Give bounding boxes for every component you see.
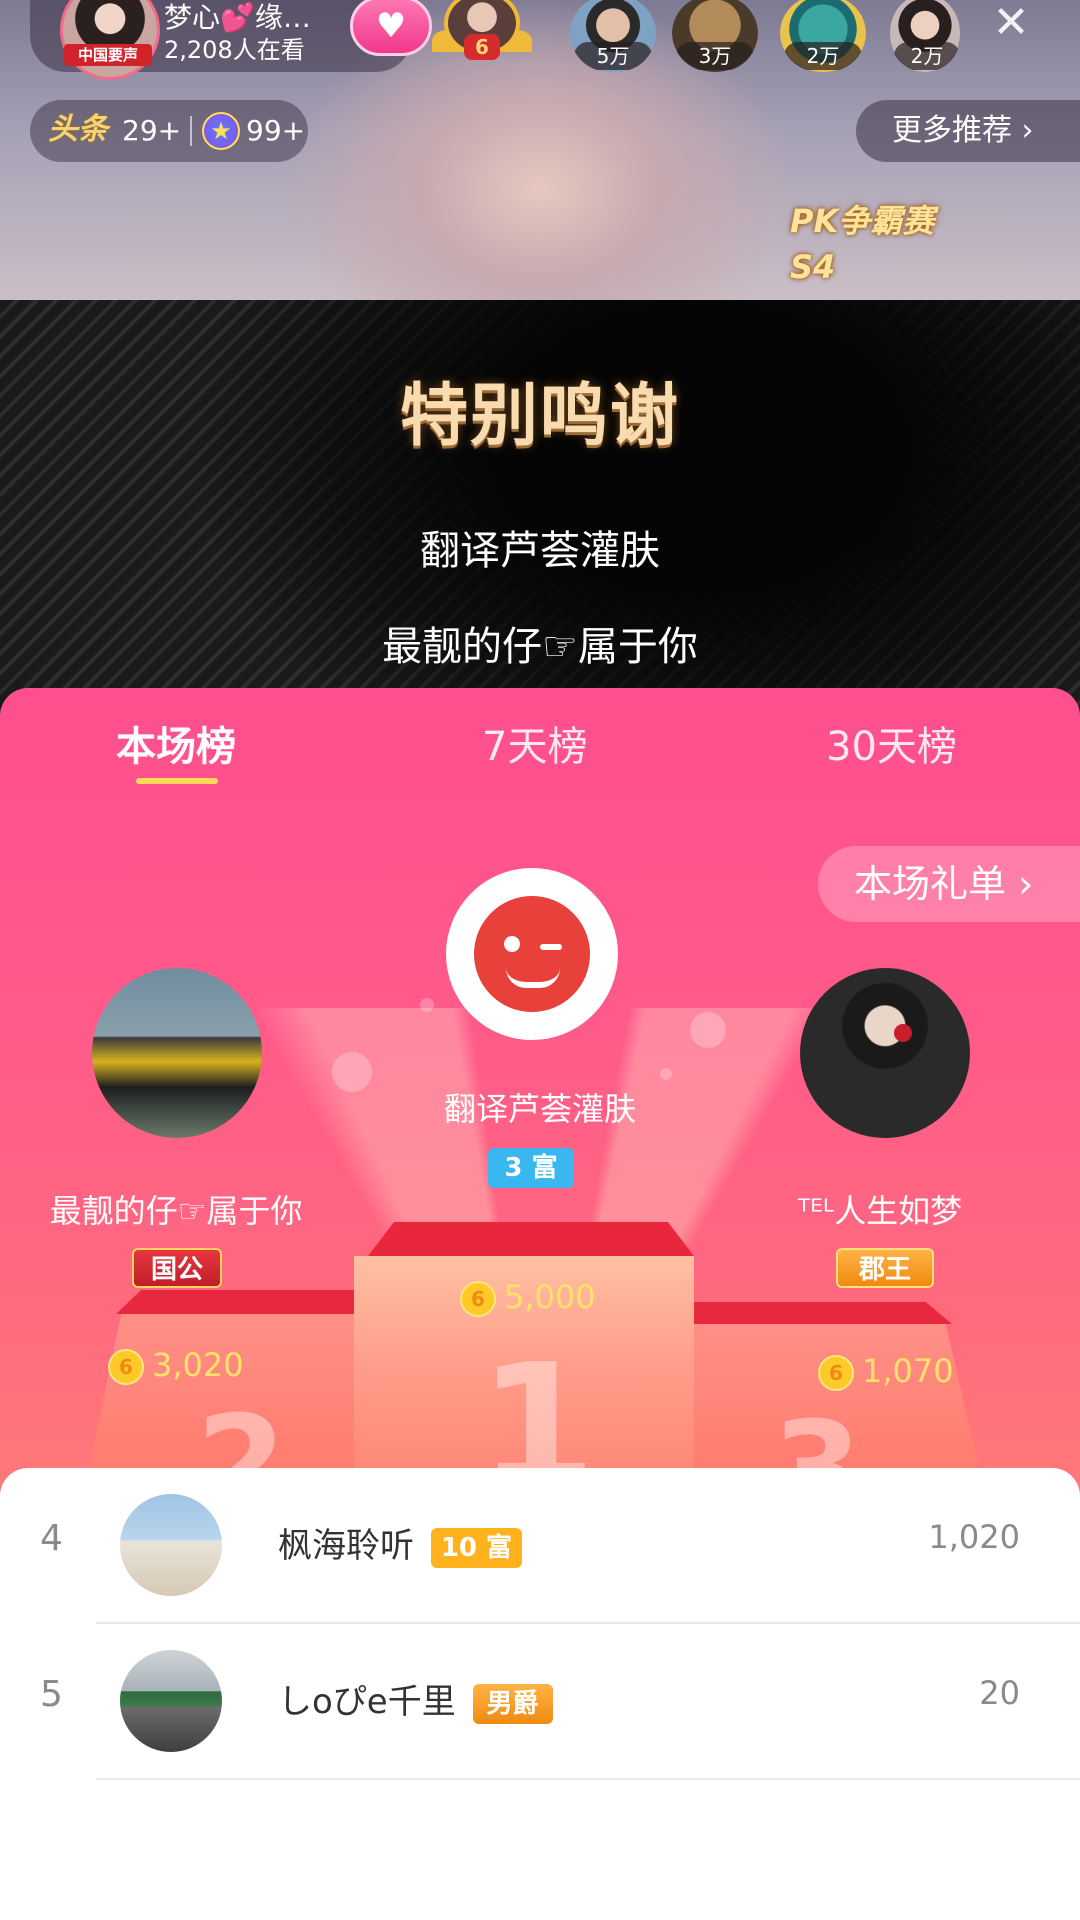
third-place-coin-value: 1,070 (862, 1352, 954, 1390)
fan-level-badge: 6 (464, 34, 500, 60)
active-tab-indicator (136, 778, 218, 784)
coin-icon: 6 (108, 1349, 144, 1385)
thanks-title: 特别鸣谢 (399, 377, 680, 456)
heart-icon: ♥ (375, 6, 407, 46)
row-name-text: しoぴe千里 (278, 1682, 456, 1722)
chevron-right-icon: › (1018, 862, 1034, 906)
podium-second-top (116, 1290, 368, 1314)
live-ranking-page: 中国要声 梦心💕缘… 2,208人在看 ♥ 6 5万 3万 2万 2万 ✕ 头条… (0, 0, 1080, 1920)
row-name: 枫海聆听 10 富 (278, 1518, 523, 1568)
more-recommend-button[interactable]: 更多推荐 › (856, 100, 1080, 162)
second-place-name: 最靓的仔☞属于你 (49, 1192, 303, 1230)
default-avatar-icon (474, 896, 590, 1012)
avatar-wink (540, 944, 562, 950)
list-item[interactable]: 5 しoぴe千里 男爵 20 (0, 1624, 1080, 1780)
streamer-avatar[interactable] (60, 0, 160, 80)
tab-30-days[interactable]: 30天榜 (826, 714, 957, 772)
coin-icon: 6 (460, 1281, 496, 1317)
follow-heart-button[interactable]: ♥ (350, 0, 432, 56)
rose-icon (894, 1024, 912, 1042)
first-place-wealth-badge: 3 富 (488, 1148, 574, 1188)
third-place-name: ᵀᴱᴸ人生如梦 (797, 1192, 963, 1230)
toutiao-count: 29+ (122, 114, 182, 147)
pill-divider (190, 116, 192, 146)
close-icon[interactable]: ✕ (990, 1, 1032, 45)
noble-badge: 男爵 (472, 1683, 553, 1724)
toutiao-logo: 头条 (48, 112, 108, 147)
row-divider (96, 1778, 1080, 1780)
chevron-right-icon: › (1021, 113, 1034, 148)
podium-first-top (368, 1222, 694, 1256)
star-icon: ★ (202, 112, 240, 150)
gift-list-label: 本场礼单 (854, 862, 1007, 906)
rank-list: 4 枫海聆听 10 富 1,020 5 しoぴe千里 男爵 20 (0, 1468, 1080, 1920)
first-place-coin-value: 5,000 (504, 1278, 596, 1316)
first-place-avatar[interactable] (446, 868, 618, 1040)
avatar[interactable] (120, 1650, 222, 1752)
streamer-avatar-badge: 中国要声 (64, 44, 152, 66)
hot-rank-pill[interactable]: 头条 29+ ★ 99+ (30, 100, 308, 162)
viewer-contribution: 2万 (894, 42, 960, 70)
star-count: 99+ (246, 114, 306, 147)
row-name-text: 枫海聆听 (278, 1526, 414, 1566)
viewer-count: 2,208人在看 (164, 36, 305, 64)
first-place-name: 翻译芦荟灌肤 (443, 1090, 636, 1128)
row-rank: 4 (40, 1518, 63, 1559)
first-place-coins: 6 5,000 (460, 1278, 596, 1317)
decor-bubble (660, 1068, 672, 1080)
third-place-noble-badge: 郡王 (836, 1248, 934, 1288)
top-viewer-avatar[interactable]: 2万 (890, 0, 960, 72)
wealth-badge: 10 富 (430, 1527, 523, 1568)
coin-icon: 6 (818, 1355, 854, 1391)
gift-list-button[interactable]: 本场礼单 › (818, 846, 1080, 922)
second-place-noble-badge: 国公 (132, 1248, 222, 1288)
live-video-header: 中国要声 梦心💕缘… 2,208人在看 ♥ 6 5万 3万 2万 2万 ✕ 头条… (0, 0, 1080, 300)
second-place-avatar[interactable] (92, 968, 262, 1138)
streamer-info-pill[interactable]: 中国要声 梦心💕缘… 2,208人在看 ♥ (30, 0, 432, 80)
top-viewer-avatar[interactable]: 3万 (672, 0, 758, 72)
list-item[interactable]: 4 枫海聆听 10 富 1,020 (0, 1468, 1080, 1624)
avatar[interactable] (120, 1494, 222, 1596)
thanks-name: 翻译芦荟灌肤 (420, 528, 660, 574)
more-recommend-label: 更多推荐 (892, 113, 1012, 148)
top-viewer-avatar[interactable]: 5万 (570, 0, 656, 72)
second-place-coin-value: 3,020 (152, 1346, 244, 1384)
special-thanks-panel: 特别鸣谢 翻译芦荟灌肤 最靓的仔☞属于你 (0, 300, 1080, 720)
podium-third-top (690, 1302, 952, 1324)
fan-club-button[interactable]: 6 (432, 0, 532, 68)
thanks-name: 最靓的仔☞属于你 (382, 624, 698, 670)
decor-bubble (420, 998, 434, 1012)
row-name: しoぴe千里 男爵 (278, 1674, 553, 1724)
viewer-contribution: 3万 (676, 42, 754, 70)
third-place-avatar[interactable] (800, 968, 970, 1138)
tab-this-session[interactable]: 本场榜 (116, 714, 236, 772)
row-rank: 5 (40, 1674, 63, 1715)
decor-bubble (332, 1052, 372, 1092)
top-viewer-avatar[interactable]: 2万 (780, 0, 866, 72)
decor-bubble (690, 1012, 726, 1048)
third-place-coins: 6 1,070 (818, 1352, 954, 1391)
tab-7-days[interactable]: 7天榜 (482, 714, 587, 772)
row-value: 1,020 (928, 1518, 1020, 1556)
viewer-contribution: 5万 (574, 42, 652, 70)
avatar-eye (504, 936, 520, 952)
row-value: 20 (979, 1674, 1020, 1712)
viewer-contribution: 2万 (784, 42, 862, 70)
second-place-coins: 6 3,020 (108, 1346, 244, 1385)
pk-banner[interactable]: PK争霸赛S4 (790, 198, 970, 286)
